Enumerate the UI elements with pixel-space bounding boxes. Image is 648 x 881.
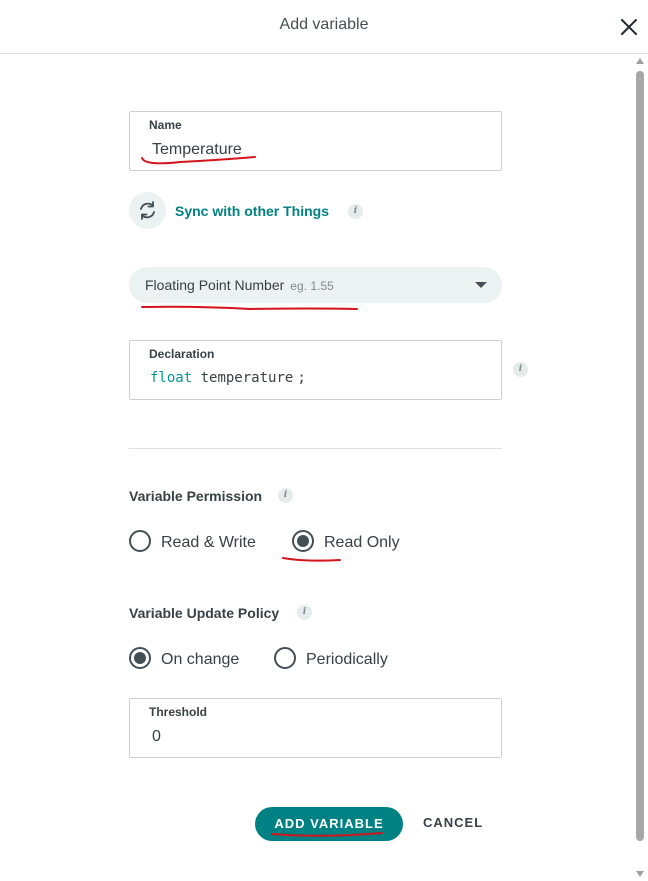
threshold-input[interactable]: 0 bbox=[152, 728, 161, 746]
sync-with-other-things-link[interactable]: Sync with other Things bbox=[175, 203, 329, 219]
permission-info-icon[interactable]: i bbox=[278, 488, 293, 503]
name-input[interactable]: Temperature bbox=[152, 141, 242, 159]
on-change-radio[interactable] bbox=[129, 647, 151, 669]
update-policy-info-icon[interactable]: i bbox=[297, 605, 312, 620]
on-change-label[interactable]: On change bbox=[161, 651, 239, 669]
declaration-field: Declaration float temperature; bbox=[129, 340, 502, 400]
sync-icon bbox=[140, 201, 155, 220]
declaration-info-icon[interactable]: i bbox=[513, 362, 528, 377]
dialog-header: Add variable bbox=[0, 0, 648, 54]
cancel-button[interactable]: CANCEL bbox=[423, 815, 483, 830]
declaration-identifier: temperature bbox=[200, 370, 294, 386]
variable-type-label: Floating Point Number bbox=[145, 277, 285, 293]
add-variable-button[interactable]: ADD VARIABLE bbox=[255, 807, 403, 841]
scrollbar[interactable] bbox=[632, 54, 648, 881]
close-icon bbox=[621, 19, 637, 35]
annotation-underline-type bbox=[141, 305, 358, 311]
threshold-label: Threshold bbox=[149, 705, 208, 719]
declaration-type: float bbox=[150, 370, 193, 386]
variable-type-value: Floating Point Number eg. 1.55 bbox=[145, 277, 334, 293]
scrollbar-thumb[interactable] bbox=[636, 71, 644, 841]
declaration-label: Declaration bbox=[149, 347, 215, 361]
section-divider bbox=[129, 448, 502, 449]
scroll-down-arrow-icon[interactable] bbox=[636, 871, 644, 877]
declaration-terminator: ; bbox=[297, 370, 306, 386]
dialog-title: Add variable bbox=[279, 16, 369, 33]
name-field[interactable]: Name Temperature bbox=[129, 111, 502, 171]
read-only-radio[interactable] bbox=[292, 530, 314, 552]
info-icon[interactable]: i bbox=[348, 204, 363, 219]
read-write-label[interactable]: Read & Write bbox=[161, 534, 256, 552]
variable-type-select[interactable]: Floating Point Number eg. 1.55 bbox=[129, 267, 502, 303]
annotation-underline-read-only bbox=[282, 557, 341, 562]
variable-permission-title: Variable Permission bbox=[129, 488, 263, 504]
declaration-code: float temperature; bbox=[150, 370, 306, 386]
sync-button[interactable] bbox=[129, 192, 166, 229]
chevron-down-icon bbox=[475, 282, 487, 288]
variable-type-hint: eg. 1.55 bbox=[290, 279, 334, 293]
variable-update-policy-title: Variable Update Policy bbox=[129, 605, 280, 621]
read-only-label[interactable]: Read Only bbox=[324, 534, 400, 552]
periodically-label[interactable]: Periodically bbox=[306, 651, 388, 669]
close-button[interactable] bbox=[616, 14, 642, 40]
scroll-up-arrow-icon[interactable] bbox=[636, 58, 644, 64]
name-field-label: Name bbox=[149, 118, 182, 132]
read-write-radio[interactable] bbox=[129, 530, 151, 552]
periodically-radio[interactable] bbox=[274, 647, 296, 669]
threshold-field[interactable]: Threshold 0 bbox=[129, 698, 502, 758]
